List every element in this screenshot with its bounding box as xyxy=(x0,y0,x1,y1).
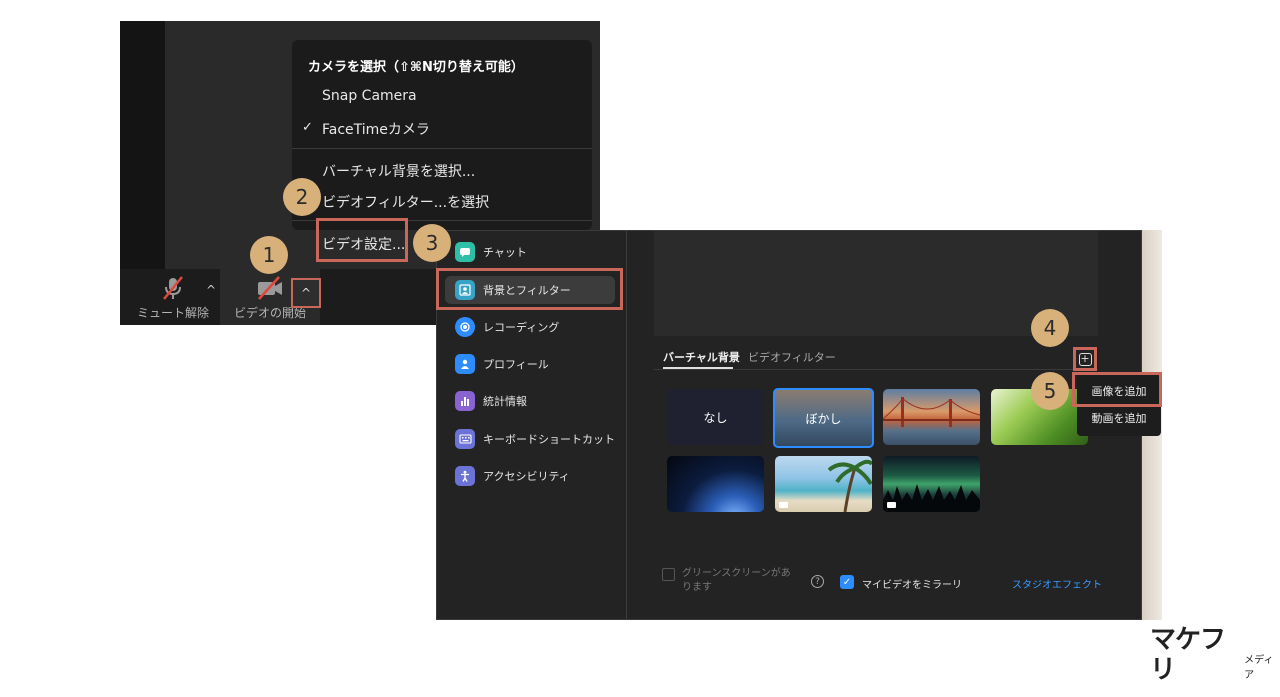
brand-logo: マケフリ メディア xyxy=(1150,625,1280,685)
help-icon[interactable]: ? xyxy=(811,575,824,588)
bridge-icon xyxy=(883,396,980,427)
sidebar-item-statistics[interactable]: 統計情報 xyxy=(445,387,615,415)
step-badge-5: 5 xyxy=(1031,372,1069,410)
green-screen-label: グリーンスクリーンがあります xyxy=(682,568,791,593)
profile-icon xyxy=(455,354,475,374)
green-screen-checkbox[interactable] xyxy=(662,568,675,581)
background-none[interactable]: なし xyxy=(667,389,764,445)
background-aurora[interactable] xyxy=(883,456,980,512)
background-filter-highlight xyxy=(436,268,623,310)
keyboard-icon xyxy=(455,429,475,449)
menu-item-add-video[interactable]: 動画を追加 xyxy=(1077,410,1161,426)
sidebar-item-label: プロフィール xyxy=(483,358,549,371)
sidebar-item-label: アクセシビリティ xyxy=(483,470,570,483)
camera-menu: カメラを選択（⇧⌘N切り替え可能） Snap Camera ✓ FaceTime… xyxy=(292,40,592,253)
video-options-caret[interactable]: ^ xyxy=(291,278,321,308)
plus-icon: + xyxy=(1078,351,1092,366)
step-badge-4: 4 xyxy=(1031,309,1069,347)
muted-mic-icon xyxy=(163,276,183,300)
brand-sub: メディア xyxy=(1244,655,1274,681)
video-camera-icon xyxy=(887,502,896,508)
camera-menu-header: カメラを選択（⇧⌘N切り替え可能） xyxy=(308,60,524,75)
chat-icon xyxy=(455,242,475,262)
background-blur-label: ぼかし xyxy=(805,411,842,426)
unmute-button[interactable]: ^ ミュート解除 xyxy=(128,269,218,325)
menu-item-facetime-camera[interactable]: FaceTimeカメラ xyxy=(322,119,430,139)
tab-divider xyxy=(654,369,1098,370)
sidebar-item-label: レコーディング xyxy=(483,321,560,334)
tab-virtual-background[interactable]: バーチャル背景 xyxy=(663,349,740,365)
sidebar-item-profile[interactable]: プロフィール xyxy=(445,350,615,378)
mirror-video-label: マイビデオをミラーリ xyxy=(862,580,962,591)
accessibility-icon xyxy=(455,466,475,486)
background-none-label: なし xyxy=(703,410,728,425)
background-golden-gate[interactable] xyxy=(883,389,980,445)
studio-effects-link[interactable]: スタジオエフェクト xyxy=(1012,576,1102,591)
background-earth[interactable] xyxy=(667,456,764,512)
sidebar-item-label: チャット xyxy=(483,246,527,259)
background-beach[interactable] xyxy=(775,456,872,512)
step-badge-2: 2 xyxy=(283,178,321,216)
add-background-button[interactable]: + xyxy=(1073,347,1097,371)
tab-video-filter[interactable]: ビデオフィルター xyxy=(748,349,836,365)
mute-options-caret[interactable]: ^ xyxy=(206,283,216,297)
video-off-icon xyxy=(258,276,282,300)
forest-silhouette-icon xyxy=(883,484,980,512)
meeting-side-strip xyxy=(120,21,165,269)
background-blur[interactable]: ぼかし xyxy=(773,388,874,448)
unmute-label: ミュート解除 xyxy=(136,306,209,320)
menu-item-video-filter[interactable]: ビデオフィルター...を選択 xyxy=(322,192,489,212)
menu-item-snap-camera[interactable]: Snap Camera xyxy=(322,88,417,104)
step-badge-3: 3 xyxy=(413,224,451,262)
step-badge-1: 1 xyxy=(250,236,288,274)
mirror-video-checkbox[interactable]: ✓ xyxy=(840,575,854,589)
sidebar-item-chat[interactable]: チャット xyxy=(445,238,615,266)
sidebar-item-label: 統計情報 xyxy=(483,395,527,408)
stats-icon xyxy=(455,391,475,411)
record-icon xyxy=(455,317,475,337)
sidebar-item-label: キーボードショートカット xyxy=(483,433,615,446)
check-icon: ✓ xyxy=(302,120,313,135)
chevron-up-icon: ^ xyxy=(300,286,312,300)
palm-tree-icon xyxy=(827,459,872,512)
menu-item-virtual-background[interactable]: バーチャル背景を選択... xyxy=(322,161,475,181)
video-settings-highlight xyxy=(316,218,408,262)
sidebar-item-accessibility[interactable]: アクセシビリティ xyxy=(445,462,615,490)
brand-name: マケフリ xyxy=(1150,625,1226,685)
tutorial-figure: ^ ミュート解除 ビデオの開始 ^ カメラを選択（⇧⌘N切り替え可能） Snap… xyxy=(0,0,1280,697)
menu-divider xyxy=(292,148,592,149)
sidebar-item-recording[interactable]: レコーディング xyxy=(445,313,615,341)
add-image-highlight xyxy=(1072,372,1162,407)
sidebar-item-keyboard-shortcuts[interactable]: キーボードショートカット xyxy=(445,425,615,453)
video-camera-icon xyxy=(779,502,788,508)
